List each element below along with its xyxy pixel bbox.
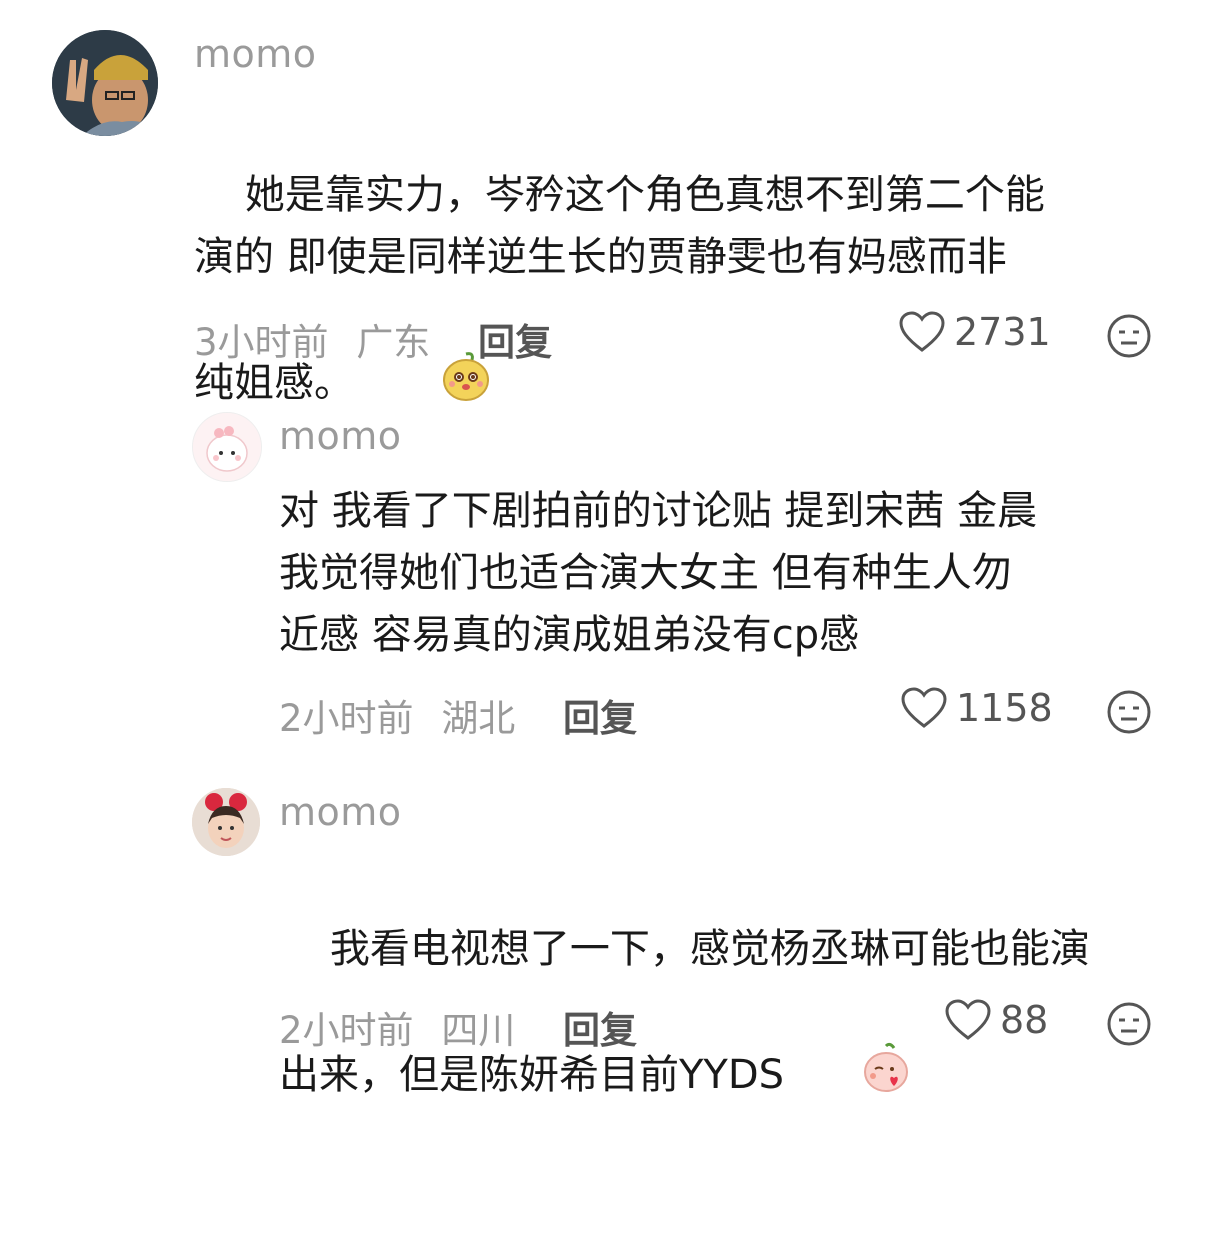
heart-icon xyxy=(945,999,991,1040)
like-button[interactable]: 2731 xyxy=(898,310,1051,354)
timestamp: 2小时前 xyxy=(279,697,414,740)
like-count: 88 xyxy=(1000,998,1049,1042)
timestamp: 3小时前 xyxy=(194,321,329,364)
neutral-face-icon xyxy=(1107,314,1151,358)
like-button[interactable]: 1158 xyxy=(900,686,1053,730)
heart-icon xyxy=(899,311,945,352)
kiss-face-sticker-icon xyxy=(784,980,912,1174)
comment-body: 她是靠实力，岑矜这个角色真想不到第二个能 演的 即使是同样逆生长的贾静雯也有妈感… xyxy=(194,172,1045,406)
comment-text: 对 我看了下剧拍前的讨论贴 提到宋茜 金晨 我觉得她们也适合演大女主 但有种生人… xyxy=(279,488,1038,658)
dislike-button[interactable] xyxy=(1106,689,1152,739)
location: 四川 xyxy=(441,1009,516,1052)
avatar[interactable] xyxy=(192,788,260,856)
username[interactable]: momo xyxy=(279,790,402,834)
comment-meta: 2小时前 湖北 xyxy=(279,688,531,742)
neutral-face-icon xyxy=(1107,690,1151,734)
avatar[interactable] xyxy=(52,30,158,136)
comment-meta: 2小时前 四川 xyxy=(279,1000,531,1054)
username[interactable]: momo xyxy=(279,414,402,458)
comment-meta: 3小时前 广东 xyxy=(194,312,446,366)
like-count: 2731 xyxy=(954,310,1051,354)
heart-icon xyxy=(901,687,947,728)
reply-button[interactable]: 回复 xyxy=(563,688,637,742)
username[interactable]: momo xyxy=(194,32,317,76)
dislike-button[interactable] xyxy=(1106,1001,1152,1051)
reply-button[interactable]: 回复 xyxy=(563,1000,637,1054)
dislike-button[interactable] xyxy=(1106,313,1152,363)
avatar[interactable] xyxy=(192,412,262,482)
reply-button[interactable]: 回复 xyxy=(478,312,552,366)
like-count: 1158 xyxy=(956,686,1053,730)
timestamp: 2小时前 xyxy=(279,1009,414,1052)
location: 广东 xyxy=(356,321,431,364)
location: 湖北 xyxy=(441,697,516,740)
neutral-face-icon xyxy=(1107,1002,1151,1046)
like-button[interactable]: 88 xyxy=(944,998,1048,1042)
